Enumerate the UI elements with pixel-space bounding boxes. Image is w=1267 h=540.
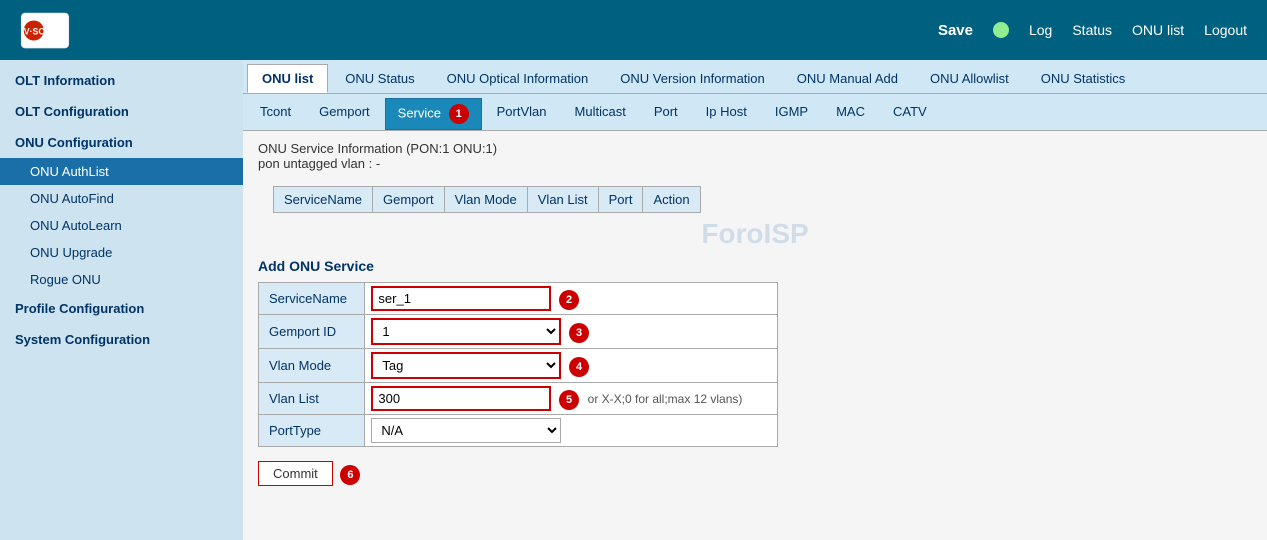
- sidebar-item-onu-autofind[interactable]: ONU AutoFind: [0, 185, 243, 212]
- onu-vlan-label: pon untagged vlan : -: [258, 156, 1252, 171]
- sidebar-item-rogue-onu[interactable]: Rogue ONU: [0, 266, 243, 293]
- form-row-porttype: PortType N/A UNI VEIP: [259, 415, 778, 447]
- vlanmode-select[interactable]: Tag Transparent Translate: [371, 352, 561, 379]
- sidebar-item-onu-autolearn[interactable]: ONU AutoLearn: [0, 212, 243, 239]
- tab-multicast[interactable]: Multicast: [562, 98, 639, 130]
- sidebar-item-olt-configuration[interactable]: OLT Configuration: [0, 96, 243, 127]
- tab-mac[interactable]: MAC: [823, 98, 878, 130]
- label-vlanlist: Vlan List: [259, 383, 365, 415]
- onu-info-title: ONU Service Information (PON:1 ONU:1): [258, 141, 1252, 156]
- add-service-title: Add ONU Service: [258, 258, 1252, 274]
- tab-igmp[interactable]: IGMP: [762, 98, 821, 130]
- sidebar-item-system-configuration[interactable]: System Configuration: [0, 324, 243, 355]
- logout-link[interactable]: Logout: [1204, 22, 1247, 38]
- tab-gemport[interactable]: Gemport: [306, 98, 383, 130]
- badge-4: 4: [569, 357, 589, 377]
- form-row-gemport: Gemport ID 1 2 3 4 3: [259, 315, 778, 349]
- col-port: Port: [598, 187, 643, 213]
- tab-catv[interactable]: CATV: [880, 98, 940, 130]
- content-area: ONU list ONU Status ONU Optical Informat…: [243, 60, 1267, 540]
- label-vlanmode: Vlan Mode: [259, 349, 365, 383]
- tab-onu-statistics[interactable]: ONU Statistics: [1026, 64, 1141, 93]
- gemport-select[interactable]: 1 2 3 4: [371, 318, 561, 345]
- add-service-section: Add ONU Service ServiceName 2 Gemport ID…: [258, 258, 1252, 486]
- sidebar-item-onu-authlist[interactable]: ONU AuthList: [0, 158, 243, 185]
- input-cell-porttype: N/A UNI VEIP: [365, 415, 778, 447]
- tab-onu-optical-information[interactable]: ONU Optical Information: [432, 64, 604, 93]
- col-gemport: Gemport: [373, 187, 445, 213]
- badge-6: 6: [340, 465, 360, 485]
- badge-3: 3: [569, 323, 589, 343]
- tab-onu-list[interactable]: ONU list: [247, 64, 328, 93]
- input-cell-vlanmode: Tag Transparent Translate 4: [365, 349, 778, 383]
- label-gemport: Gemport ID: [259, 315, 365, 349]
- sidebar-item-olt-information[interactable]: OLT Information: [0, 65, 243, 96]
- sidebar-item-onu-upgrade[interactable]: ONU Upgrade: [0, 239, 243, 266]
- commit-button[interactable]: Commit: [258, 461, 333, 486]
- status-dot: [993, 22, 1009, 38]
- status-link[interactable]: Status: [1072, 22, 1112, 38]
- commit-area: Commit 6: [258, 453, 1252, 486]
- service-table-area: ServiceName Gemport Vlan Mode Vlan List …: [258, 186, 1252, 253]
- input-cell-vlanlist: 5 or X-X;0 for all;max 12 vlans): [365, 383, 778, 415]
- vlan-hint: or X-X;0 for all;max 12 vlans): [588, 392, 743, 406]
- tab-onu-allowlist[interactable]: ONU Allowlist: [915, 64, 1024, 93]
- header-right: Save Log Status ONU list Logout: [938, 22, 1247, 39]
- add-service-form: ServiceName 2 Gemport ID 1 2 3 4: [258, 282, 778, 447]
- input-cell-gemport: 1 2 3 4 3: [365, 315, 778, 349]
- tab-port[interactable]: Port: [641, 98, 691, 130]
- form-row-vlanlist: Vlan List 5 or X-X;0 for all;max 12 vlan…: [259, 383, 778, 415]
- col-action: Action: [643, 187, 700, 213]
- form-row-servicename: ServiceName 2: [259, 283, 778, 315]
- input-cell-servicename: 2: [365, 283, 778, 315]
- tab-portvlan[interactable]: PortVlan: [484, 98, 560, 130]
- badge-1: 1: [449, 104, 469, 124]
- main-layout: OLT Information OLT Configuration ONU Co…: [0, 60, 1267, 540]
- sidebar-item-profile-configuration[interactable]: Profile Configuration: [0, 293, 243, 324]
- porttype-select[interactable]: N/A UNI VEIP: [371, 418, 561, 443]
- sidebar-item-onu-configuration[interactable]: ONU Configuration: [0, 127, 243, 158]
- label-servicename: ServiceName: [259, 283, 365, 315]
- tab-bar-2: Tcont Gemport Service 1 PortVlan Multica…: [243, 94, 1267, 131]
- col-vlan-list: Vlan List: [527, 187, 598, 213]
- col-vlan-mode: Vlan Mode: [444, 187, 527, 213]
- tab-ip-host[interactable]: Ip Host: [693, 98, 760, 130]
- tab-bar-1: ONU list ONU Status ONU Optical Informat…: [243, 60, 1267, 94]
- onu-list-link[interactable]: ONU list: [1132, 22, 1184, 38]
- onu-info: ONU Service Information (PON:1 ONU:1) po…: [243, 131, 1267, 176]
- vsol-logo: V·SOL: [20, 8, 70, 53]
- sidebar: OLT Information OLT Configuration ONU Co…: [0, 60, 243, 540]
- logo-area: V·SOL: [20, 8, 70, 53]
- top-header: V·SOL Save Log Status ONU list Logout: [0, 0, 1267, 60]
- save-button[interactable]: Save: [938, 22, 973, 39]
- badge-2: 2: [559, 290, 579, 310]
- label-porttype: PortType: [259, 415, 365, 447]
- vlanlist-input[interactable]: [371, 386, 551, 411]
- col-service-name: ServiceName: [274, 187, 373, 213]
- tab-tcont[interactable]: Tcont: [247, 98, 304, 130]
- tab-service[interactable]: Service 1: [385, 98, 482, 130]
- form-row-vlanmode: Vlan Mode Tag Transparent Translate 4: [259, 349, 778, 383]
- log-link[interactable]: Log: [1029, 22, 1052, 38]
- tab-onu-manual-add[interactable]: ONU Manual Add: [782, 64, 913, 93]
- service-table: ServiceName Gemport Vlan Mode Vlan List …: [273, 186, 701, 213]
- watermark: ForoISP: [701, 218, 808, 250]
- svg-text:V·SOL: V·SOL: [24, 26, 51, 36]
- badge-5: 5: [559, 390, 579, 410]
- servicename-input[interactable]: [371, 286, 551, 311]
- watermark-area: ForoISP: [258, 223, 1252, 253]
- tab-onu-version-information[interactable]: ONU Version Information: [605, 64, 780, 93]
- tab-onu-status[interactable]: ONU Status: [330, 64, 429, 93]
